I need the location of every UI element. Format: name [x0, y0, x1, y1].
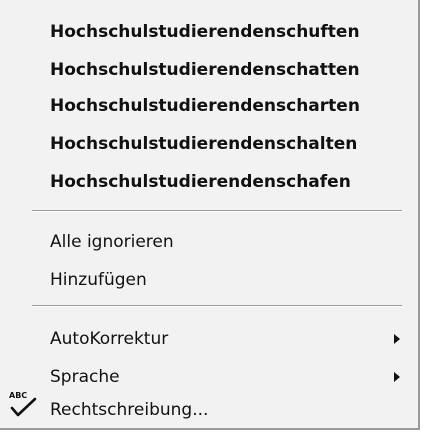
- submenu-arrow-icon: [394, 372, 400, 382]
- suggestion-item[interactable]: Hochschulstudierendenschatten: [50, 55, 410, 85]
- menu-separator: [32, 210, 402, 212]
- add-to-dictionary-item[interactable]: Hinzufügen: [50, 265, 410, 295]
- language-item[interactable]: Sprache: [50, 362, 410, 392]
- autocorrect-item[interactable]: AutoKorrektur: [50, 324, 410, 354]
- language-label: Sprache: [50, 367, 120, 387]
- spelling-item[interactable]: Rechtschreibung...: [50, 395, 410, 425]
- suggestion-item[interactable]: Hochschulstudierendenscharten: [50, 91, 410, 121]
- suggestion-item[interactable]: Hochschulstudierendenschalten: [50, 129, 410, 159]
- submenu-arrow-icon: [394, 334, 400, 344]
- spellcheck-icon: ABC: [8, 391, 38, 419]
- spelling-context-menu: Hochschulstudierendenschuften Hochschuls…: [0, 0, 420, 430]
- suggestion-item[interactable]: Hochschulstudierendenschuften: [50, 17, 410, 47]
- menu-separator: [32, 305, 402, 307]
- suggestion-item[interactable]: Hochschulstudierendenschafen: [50, 167, 410, 197]
- autocorrect-label: AutoKorrektur: [50, 329, 169, 349]
- ignore-all-item[interactable]: Alle ignorieren: [50, 227, 410, 257]
